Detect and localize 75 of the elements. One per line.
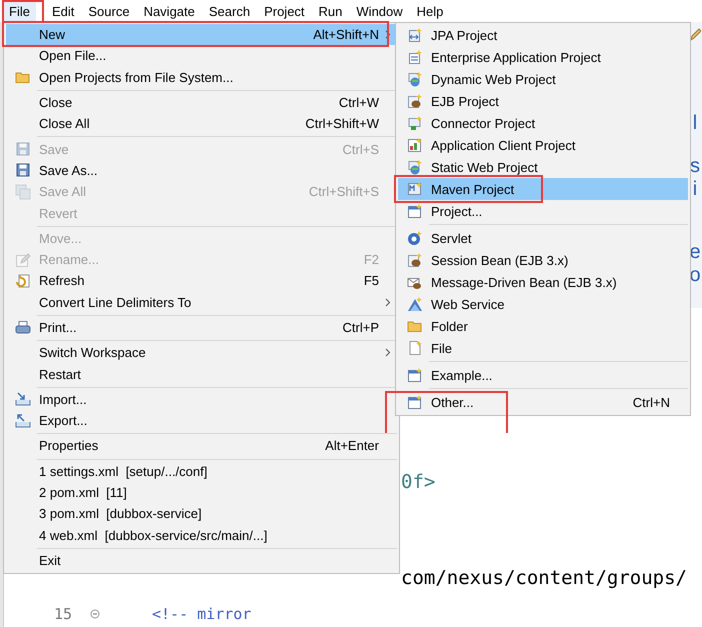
import-icon — [14, 391, 30, 408]
stack-icon — [406, 49, 422, 65]
web-service-icon — [406, 296, 422, 312]
menu-item[interactable]: Open Projects from File System... — [6, 66, 397, 88]
menu-item[interactable]: 1 settings.xml [setup/.../conf] — [6, 460, 397, 482]
menu-bar-item[interactable]: Edit — [46, 0, 80, 22]
menu-item[interactable]: Connector Project — [398, 112, 688, 134]
menu-bar-item[interactable]: Help — [410, 0, 450, 22]
window-icon — [406, 394, 422, 410]
refresh-icon — [14, 272, 30, 289]
globe-icon — [406, 159, 422, 175]
menu-item[interactable]: 4 web.xml [dubbox-service/src/main/...] — [6, 524, 397, 546]
menu-item[interactable]: EJB Project — [398, 90, 688, 112]
menu-item[interactable]: Import... — [6, 388, 397, 410]
menu-item[interactable]: Export... — [6, 410, 397, 432]
menu-bar-item[interactable]: Project — [258, 0, 311, 22]
menu-item[interactable]: Message-Driven Bean (EJB 3.x) — [398, 271, 688, 293]
menu-bar-item[interactable]: Source — [82, 0, 136, 22]
menu-item[interactable]: 3 pom.xml [dubbox-service] — [6, 503, 397, 525]
menu-item[interactable]: Print... Ctrl+P — [6, 316, 397, 338]
menu-item[interactable]: Exit — [6, 550, 397, 572]
export-icon — [14, 412, 30, 429]
menu-item[interactable]: Close Ctrl+W — [6, 92, 397, 114]
menu-item[interactable]: Web Service — [398, 293, 688, 315]
pencil-icon[interactable] — [689, 28, 701, 42]
menu-item[interactable]: 2 pom.xml [11] — [6, 482, 397, 504]
bean-icon — [406, 252, 422, 268]
menu-item[interactable]: Convert Line Delimiters To — [6, 292, 397, 313]
menu-item[interactable]: Close All Ctrl+Shift+W — [6, 113, 397, 134]
menu-bar-item[interactable]: Navigate — [138, 0, 201, 22]
outline-text: l — [692, 112, 698, 135]
menu-item[interactable]: Properties Alt+Enter — [6, 435, 397, 457]
save-all-icon — [14, 184, 30, 200]
globe-icon — [406, 71, 422, 87]
chevron-right-icon — [385, 298, 391, 307]
menu-item[interactable]: New Alt+Shift+N — [6, 24, 397, 46]
menu-item[interactable]: Switch Workspace — [6, 342, 397, 364]
line-number: 15 — [54, 605, 74, 623]
outline-text: s — [690, 155, 700, 178]
window-icon — [406, 367, 422, 383]
menu-item[interactable]: Maven Project — [398, 178, 688, 200]
outline-text: i — [692, 178, 698, 201]
printer-icon — [14, 320, 30, 336]
menu-item[interactable]: Example... — [398, 364, 688, 386]
menu-item[interactable]: Refresh F5 — [6, 270, 397, 292]
menu-item[interactable]: Folder — [398, 315, 688, 337]
servlet-icon — [406, 230, 422, 246]
menu-bar-item[interactable]: Run — [312, 0, 348, 22]
menu-item[interactable]: Restart — [6, 363, 397, 385]
window-icon — [406, 203, 422, 219]
file-icon — [406, 340, 422, 356]
menu-item[interactable]: Save As... — [6, 160, 397, 182]
code-text: 0f> — [401, 471, 436, 493]
menu-item[interactable]: Dynamic Web Project — [398, 68, 688, 90]
menu-item[interactable]: JPA Project — [398, 24, 688, 46]
menu-bar-item[interactable]: Search — [202, 0, 256, 22]
menu-item[interactable]: Enterprise Application Project — [398, 46, 688, 68]
menu-item[interactable]: Application Client Project — [398, 134, 688, 156]
menu-bar-item[interactable]: Window — [350, 0, 409, 22]
collapse-icon[interactable] — [90, 609, 100, 619]
save-icon — [14, 162, 30, 178]
chevron-right-icon — [385, 30, 391, 40]
menu-item[interactable]: Session Bean (EJB 3.x) — [398, 249, 688, 271]
pencil-icon — [14, 252, 30, 268]
menu-item[interactable]: Static Web Project — [398, 156, 688, 178]
save-icon — [14, 141, 30, 158]
menu-item[interactable]: Servlet — [398, 227, 688, 249]
code-text: <!-- mirror — [152, 605, 252, 623]
menu-item[interactable]: Open File... — [6, 45, 397, 67]
bean-icon — [406, 93, 422, 109]
code-text: com/nexus/content/groups/ — [401, 567, 687, 589]
menu-item[interactable]: File — [398, 337, 688, 359]
chevron-right-icon — [385, 348, 391, 358]
menu-item[interactable]: Other... Ctrl+N — [398, 391, 688, 413]
menu-item[interactable]: Project... — [398, 200, 688, 222]
